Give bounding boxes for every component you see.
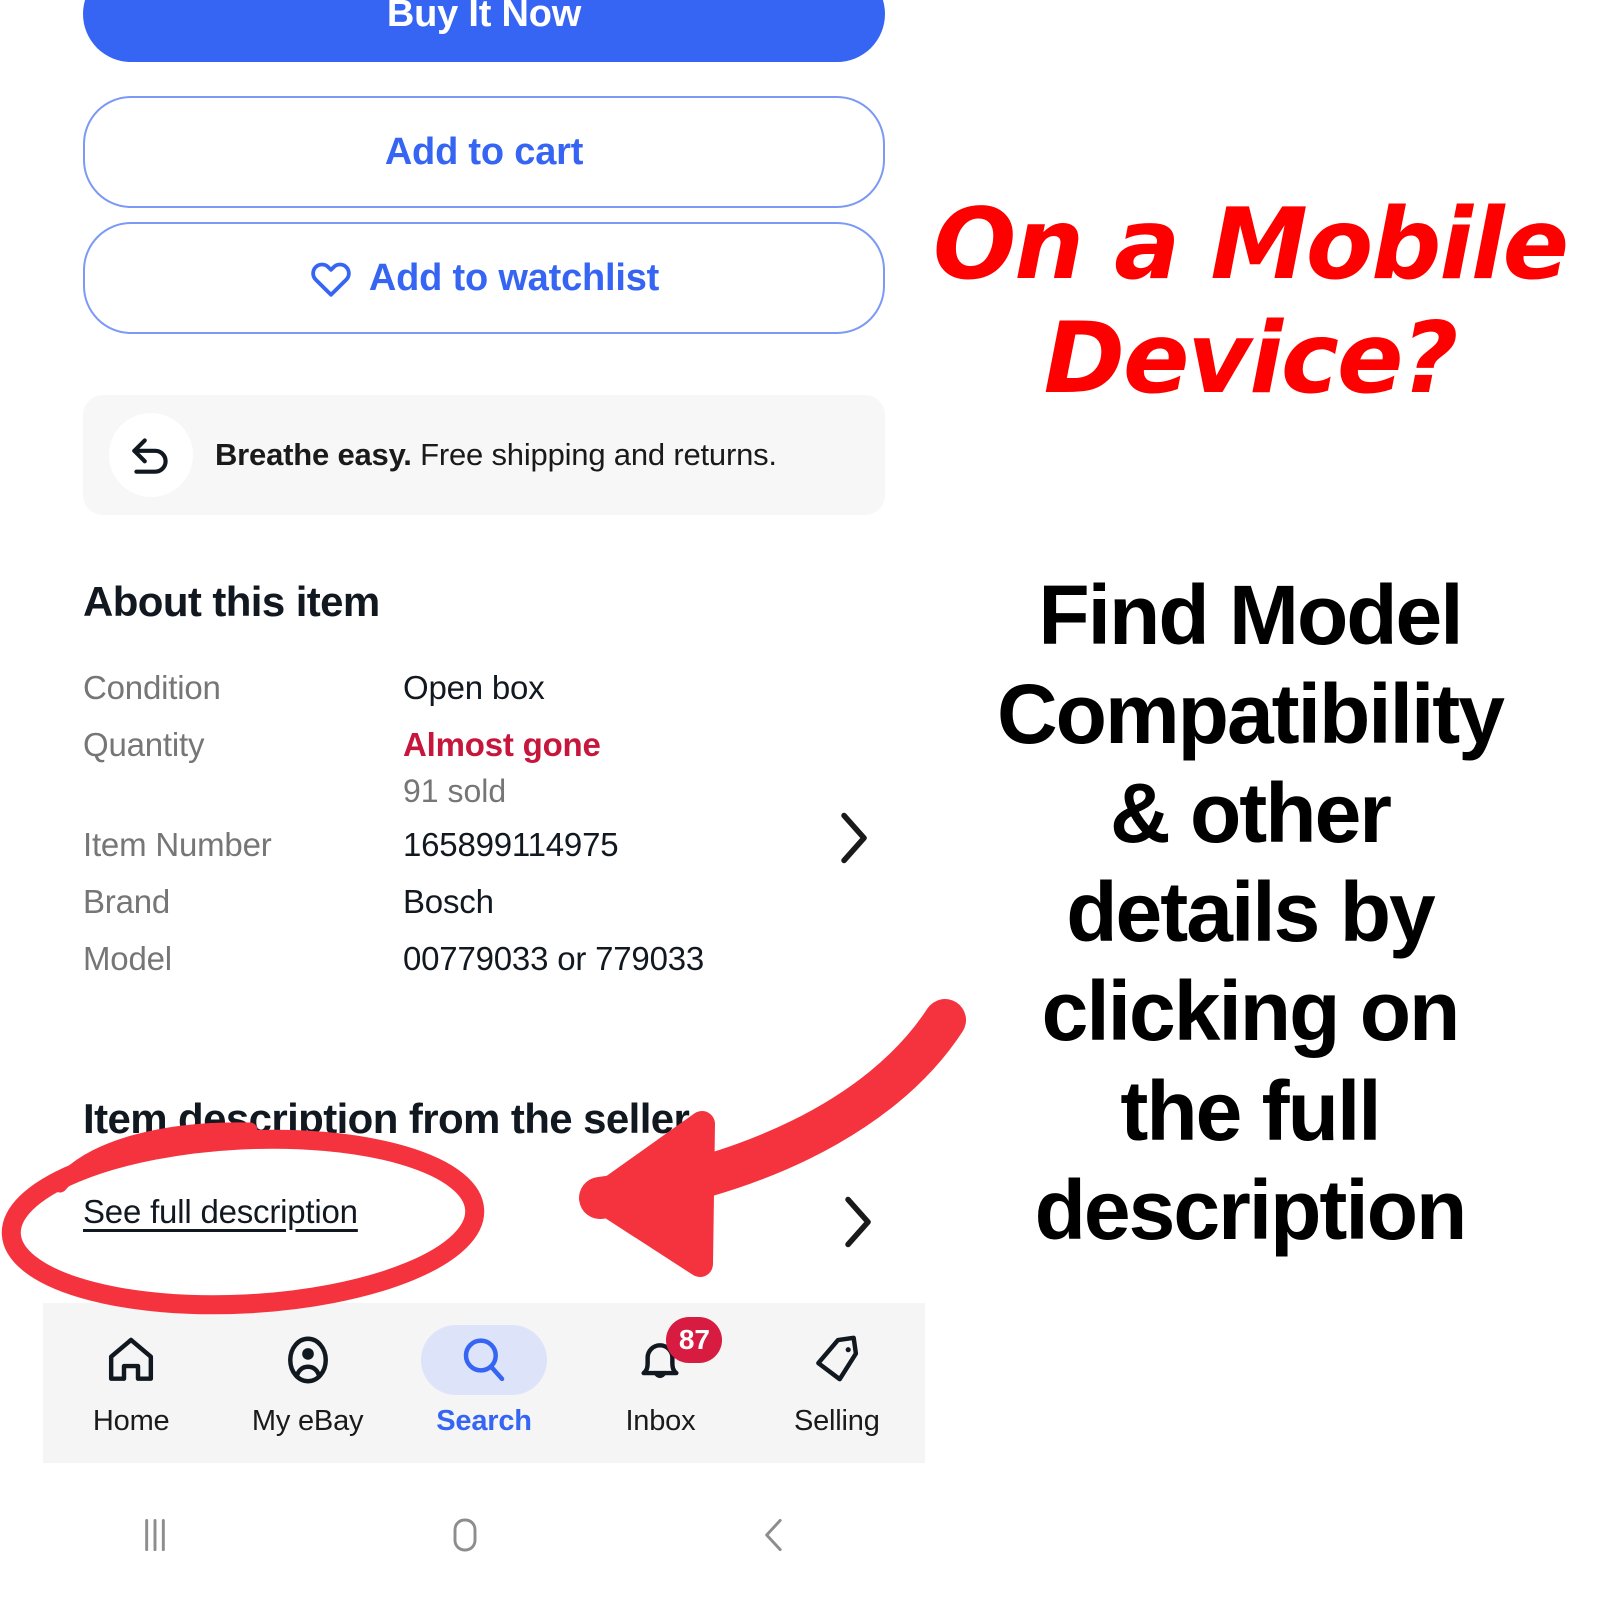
spec-label: Quantity: [83, 725, 205, 763]
sold-count: 91 sold: [403, 772, 507, 809]
headline-text: On a Mobile Device?: [900, 196, 1600, 408]
instruction-line-5: clicking on: [1041, 964, 1461, 1059]
search-icon: [421, 1324, 548, 1395]
spec-label: Item Number: [83, 826, 272, 864]
return-arrow-icon: [109, 413, 193, 497]
free-shipping-text: Breathe easy. Free shipping and returns.: [215, 437, 777, 473]
heart-icon: [309, 258, 353, 298]
spec-value: 00779033 or 779033: [403, 939, 705, 977]
add-to-cart-label: Add to cart: [384, 130, 584, 173]
back-button-icon[interactable]: [620, 1510, 930, 1560]
buy-it-now-label: Buy It Now: [386, 0, 582, 35]
add-to-watchlist-button[interactable]: Add to watchlist: [83, 222, 885, 334]
table-row: Model 00779033 or 779033: [83, 936, 783, 983]
headline-line-2: Device?: [1043, 302, 1459, 416]
table-row: Item Number 165899114975: [83, 822, 783, 869]
nav-label-home: Home: [92, 1404, 170, 1437]
spec-value: Bosch: [403, 883, 494, 921]
spec-label: Brand: [83, 883, 171, 921]
nav-item-inbox[interactable]: 87 Inbox: [572, 1316, 748, 1438]
home-button-icon[interactable]: [310, 1510, 620, 1560]
nav-label-inbox: Inbox: [625, 1404, 696, 1437]
nav-item-search[interactable]: Search: [396, 1324, 572, 1438]
free-shipping-banner: Breathe easy. Free shipping and returns.: [83, 395, 885, 515]
account-circle-icon: [280, 1329, 336, 1391]
home-icon: [103, 1329, 159, 1391]
add-to-cart-button[interactable]: Add to cart: [83, 96, 885, 208]
table-row: Quantity Almost gone 91 sold: [83, 722, 783, 814]
recent-apps-icon[interactable]: [0, 1510, 310, 1560]
see-full-description-link[interactable]: See full description: [83, 1193, 358, 1231]
item-description-title: Item description from the seller: [83, 1095, 690, 1142]
nav-label-selling: Selling: [793, 1404, 880, 1437]
spec-label: Condition: [83, 669, 221, 706]
nav-item-home[interactable]: Home: [43, 1329, 219, 1438]
item-specifics-table: Condition Open box Quantity Almost gone …: [83, 665, 783, 993]
instruction-line-3: & other: [1110, 766, 1392, 861]
nav-label-search: Search: [436, 1404, 532, 1437]
instruction-line-2: Compatibility: [996, 667, 1505, 762]
buy-it-now-button[interactable]: Buy It Now: [83, 0, 885, 62]
banner-rest-text: Free shipping and returns.: [411, 437, 777, 472]
add-to-watchlist-label: Add to watchlist: [368, 256, 660, 299]
chevron-right-icon[interactable]: [840, 1192, 876, 1257]
quantity-status: Almost gone: [403, 725, 601, 763]
instruction-line-1: Find Model: [1038, 568, 1463, 662]
nav-item-selling[interactable]: Selling: [749, 1329, 925, 1438]
instruction-line-7: description: [1034, 1162, 1468, 1257]
inbox-unread-badge: 87: [666, 1316, 723, 1363]
nav-label-my-ebay: My eBay: [251, 1404, 364, 1437]
instruction-text: Find Model Compatibility & other details…: [900, 566, 1600, 1260]
android-system-nav: [0, 1470, 930, 1600]
annotated-screenshot: Buy It Now Add to cart Add to watchlist …: [0, 0, 1600, 1600]
table-row: Brand Bosch: [83, 879, 783, 926]
spec-label: Model: [83, 939, 172, 977]
about-this-item-title: About this item: [83, 578, 380, 625]
spec-value: Open box: [403, 669, 545, 706]
instruction-line-4: details by: [1066, 865, 1435, 960]
instruction-line-6: the full: [1120, 1063, 1381, 1158]
phone-screenshot: Buy It Now Add to cart Add to watchlist …: [0, 0, 930, 1600]
bottom-navigation-bar: Home My eBay Search 87 Inbox Selling: [43, 1303, 925, 1463]
spec-value: 165899114975: [403, 826, 619, 864]
tag-icon: [809, 1329, 865, 1391]
chevron-right-icon[interactable]: [836, 808, 872, 873]
headline-line-1: On a Mobile: [932, 188, 1569, 302]
table-row: Condition Open box: [83, 665, 783, 712]
bell-icon: 87: [632, 1316, 723, 1391]
banner-bold-text: Breathe easy.: [215, 437, 412, 472]
nav-item-my-ebay[interactable]: My eBay: [219, 1329, 395, 1438]
